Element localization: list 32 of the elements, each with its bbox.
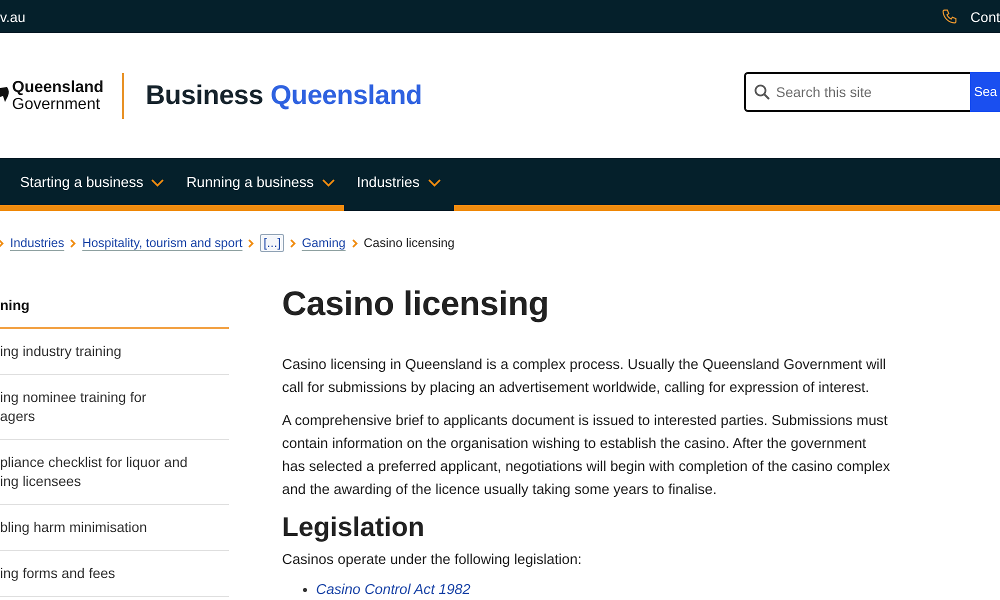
sidebar-link[interactable]: ing nominee training for agers — [0, 375, 229, 440]
legislation-link[interactable]: Casino Control Act 1982 — [316, 582, 470, 598]
paragraph: Casinos operate under the following legislation: — [282, 551, 583, 570]
search-button[interactable]: Sea — [970, 72, 1000, 112]
paragraph: Casino licensing in Queensland is a complex process. Usually the Queensland Government will call for submissions by placing an advertisement worldwide, calling for expression of interest. — [282, 356, 887, 398]
chevron-right-icon — [290, 238, 296, 248]
phone-icon — [941, 8, 958, 25]
site-link[interactable]: v.au — [0, 8, 26, 24]
breadcrumb-link[interactable]: Hospitality, tourism and sport — [82, 236, 242, 250]
chevron-down-icon — [322, 179, 335, 187]
chevron-down-icon — [151, 179, 164, 187]
sidebar-link[interactable]: bling harm minimisation — [0, 505, 229, 551]
chevron-right-icon — [248, 238, 254, 248]
breadcrumb-link[interactable]: Gaming — [302, 236, 346, 250]
breadcrumb-link[interactable]: Industries — [10, 236, 64, 250]
page-title: Casino licensing — [282, 285, 550, 324]
sidebar-link[interactable]: ing industry training — [0, 329, 229, 375]
search-field[interactable]: Search this site — [744, 72, 970, 112]
sidebar-link[interactable]: ing forms and fees — [0, 551, 229, 597]
breadcrumb-more-button[interactable]: [...] — [260, 234, 284, 252]
paragraph: A comprehensive brief to applicants document is issued to interested parties. Submissions must contain information on the organisation wishing to establish the casino. After the government has selected a preferred applicant, negotiations will begin with completion of the casino complex and the awarding of the licence usually taking some years to finalise. — [282, 412, 891, 500]
contact-link[interactable]: Cont — [970, 8, 1000, 24]
sidebar-link[interactable]: pliance checklist for liquor and ing licensees — [0, 440, 229, 505]
government-logo: Queensland Government — [12, 72, 124, 118]
bullet-icon — [303, 588, 307, 592]
site-title: Business Queensland — [146, 80, 422, 111]
section-heading: Legislation — [282, 512, 426, 543]
chevron-right-icon — [70, 238, 76, 248]
chevron-right-icon — [352, 238, 358, 248]
chevron-down-icon — [428, 179, 441, 187]
sidebar-heading[interactable]: ning — [0, 284, 229, 329]
breadcrumb-current: Casino licensing — [364, 236, 455, 250]
